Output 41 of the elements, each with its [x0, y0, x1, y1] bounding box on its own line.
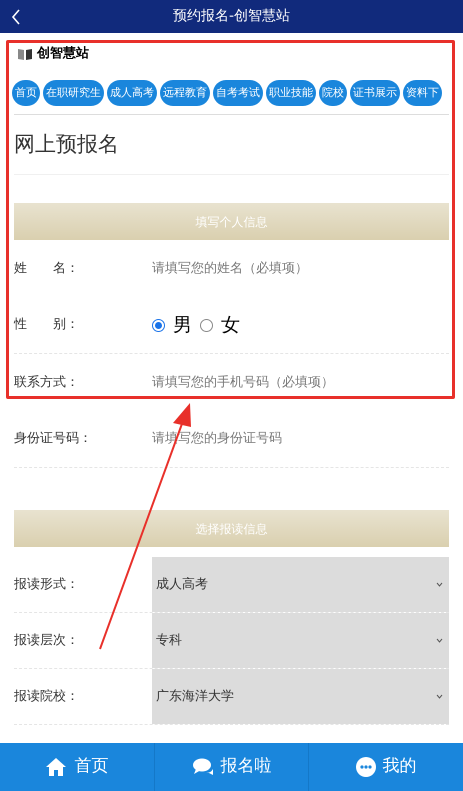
- nav-pill[interactable]: 首页: [12, 80, 40, 106]
- text-field[interactable]: 请填写您的姓名（必填项）: [152, 258, 449, 278]
- select-field[interactable]: 成人高考: [152, 557, 449, 612]
- radio-label: 女: [221, 312, 240, 338]
- radio-button[interactable]: [152, 318, 165, 332]
- select-field[interactable]: 专科: [152, 613, 449, 668]
- section-header: 填写个人信息: [14, 203, 449, 240]
- nav-pill[interactable]: 在职研究生: [43, 80, 104, 106]
- bottom-nav-item[interactable]: 报名啦: [154, 743, 308, 791]
- field-label: 姓 名：: [14, 260, 80, 278]
- nav-pill[interactable]: 院校: [319, 80, 347, 106]
- select-field[interactable]: 广东海洋大学: [152, 669, 449, 724]
- home-icon: [45, 757, 68, 777]
- brand-name: 创智慧站: [37, 45, 89, 64]
- nav-pill[interactable]: 自考考试: [213, 80, 263, 106]
- radio-label: 男: [173, 312, 192, 338]
- field-label: 报读层次：: [14, 632, 80, 650]
- chevron-down-icon: [436, 638, 443, 643]
- field-label: 性 别：: [14, 316, 80, 334]
- bottom-nav-item[interactable]: 首页: [0, 743, 154, 791]
- nav-pill[interactable]: 职业技能: [266, 80, 316, 106]
- page-title: 网上预报名: [14, 115, 449, 175]
- book-icon: [18, 48, 32, 60]
- radio-button[interactable]: [200, 318, 213, 332]
- nav-pill[interactable]: 资料下: [403, 80, 442, 106]
- field-label: 联系方式：: [14, 374, 80, 392]
- nav-pill[interactable]: 远程教育: [160, 80, 210, 106]
- back-icon[interactable]: [11, 8, 21, 24]
- field-label: 报读院校：: [14, 688, 80, 706]
- chat-icon: [192, 757, 214, 777]
- nav-pill[interactable]: 证书展示: [350, 80, 400, 106]
- field-label: 身份证号码：: [14, 430, 93, 448]
- text-field[interactable]: 请填写您的手机号码（必填项）: [152, 372, 449, 392]
- field-label: 报读形式：: [14, 576, 80, 594]
- bottom-nav-item[interactable]: 我的: [308, 743, 463, 791]
- more-icon: [356, 757, 376, 777]
- chevron-down-icon: [436, 694, 443, 699]
- section-header: 选择报读信息: [14, 510, 449, 547]
- nav-pill[interactable]: 成人高考: [107, 80, 157, 106]
- header-title: 预约报名-创智慧站: [172, 7, 290, 26]
- chevron-down-icon: [436, 582, 443, 587]
